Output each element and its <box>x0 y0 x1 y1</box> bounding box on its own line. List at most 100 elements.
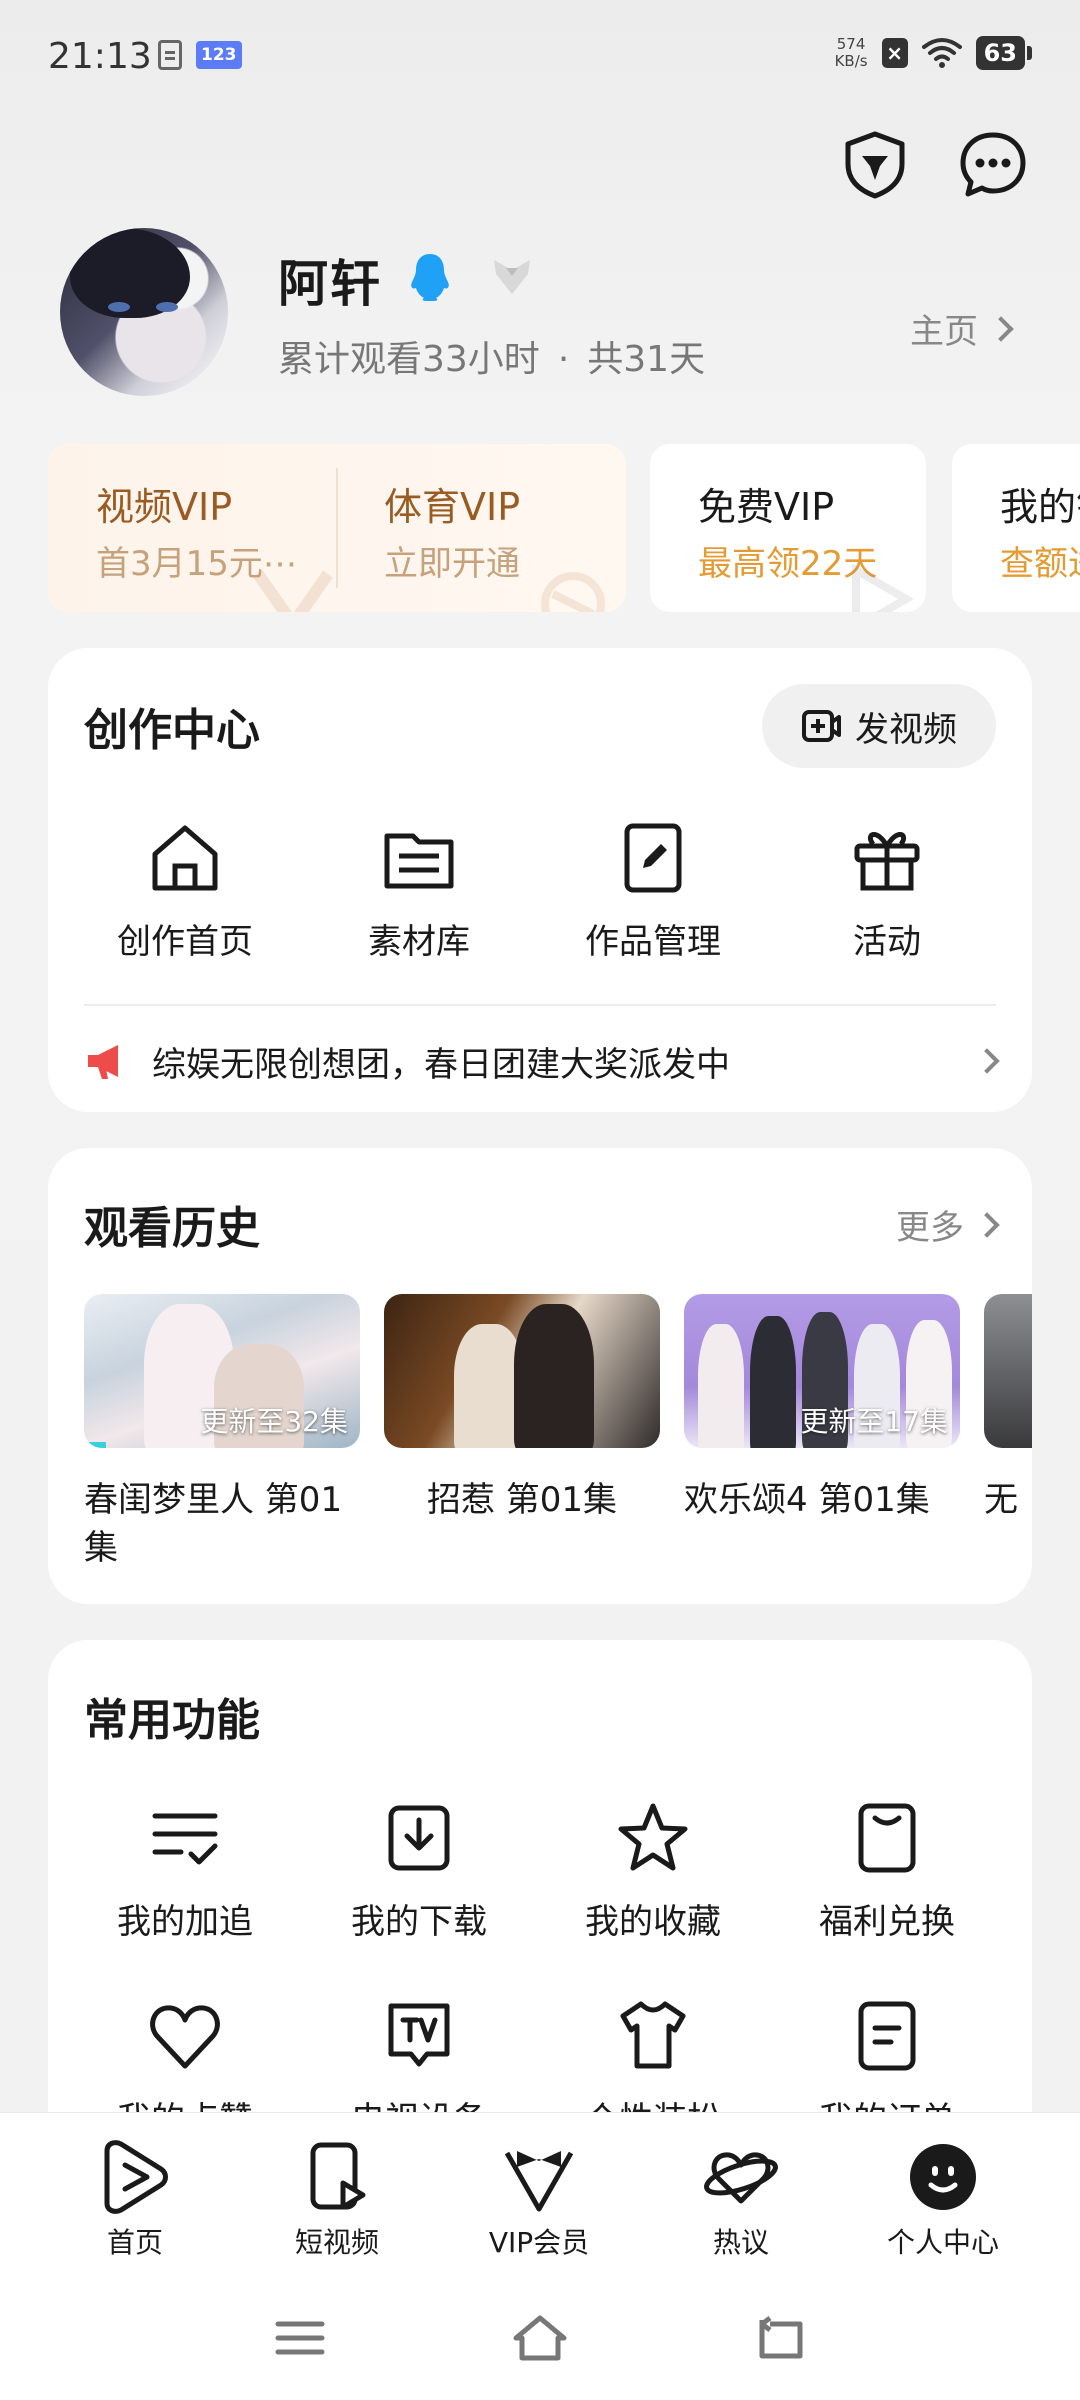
nav-profile[interactable]: 个人中心 <box>842 2113 1044 2276</box>
home-icon[interactable] <box>510 2310 570 2366</box>
chevron-right-icon <box>974 1048 1000 1074</box>
status-bar: 21:13 123 574 KB/s × 63 <box>0 0 1080 118</box>
history-card: 观看历史 更多 更新至32集 春闺梦里人 第01集 招惹 第01集 更新至17集… <box>48 1148 1032 1604</box>
status-right-icons: 574 KB/s × 63 <box>835 36 1032 70</box>
notice-text: 综娱无限创想团，春日团建大奖派发中 <box>152 1044 730 1085</box>
short-video-icon <box>310 2142 366 2210</box>
wifi-icon <box>921 38 962 68</box>
list-check-icon <box>152 1813 218 1865</box>
shirt-icon <box>620 2001 686 2069</box>
creation-home[interactable]: 创作首页 <box>68 818 302 963</box>
download-icon <box>388 1805 450 1871</box>
vip-bowtie-icon <box>504 2151 574 2212</box>
post-video-button[interactable]: 发视频 <box>762 684 996 768</box>
common-functions-title: 常用功能 <box>84 1695 260 1746</box>
nav-short-video[interactable]: 短视频 <box>236 2113 438 2276</box>
watch-stats: 累计观看33小时 · 共31天 <box>278 330 705 382</box>
sports-vip-subtitle: 立即开通 <box>384 544 520 584</box>
play-watermark-icon <box>852 564 914 612</box>
common-functions-card: 常用功能 我的加追 我的下载 我的收藏 福利兑换 <box>48 1640 1032 2140</box>
gift-icon <box>854 832 920 891</box>
qq-penguin-icon <box>411 254 449 301</box>
chevron-right-icon <box>988 315 1014 342</box>
username[interactable]: 阿轩 <box>278 244 382 316</box>
thumb-figure <box>698 1324 744 1448</box>
megaphone-icon <box>88 1045 118 1079</box>
planet-heart-icon <box>704 2152 778 2204</box>
history-item-title: 春闺梦里人 第01集 <box>84 1480 343 1568</box>
activity-label: 活动 <box>853 922 921 962</box>
my-favorites[interactable]: 我的收藏 <box>536 1798 770 1943</box>
wallet-subtitle: 查额进 <box>1000 544 1080 584</box>
my-follow-label: 我的加追 <box>117 1902 253 1942</box>
nav-hot-topics[interactable]: 热议 <box>640 2113 842 2276</box>
more-label: 更多 <box>896 1208 964 1248</box>
system-navigation-bar <box>0 2276 1080 2400</box>
menu-icon[interactable] <box>270 2310 330 2366</box>
back-icon[interactable] <box>750 2310 810 2366</box>
video-vip-title: 视频VIP <box>96 485 233 529</box>
history-item-title: 无 <box>984 1480 1018 1520</box>
nav-profile-label: 个人中心 <box>886 2226 999 2259</box>
homepage-link[interactable]: 主页 <box>910 304 1014 353</box>
update-badge: 更新至32集 <box>200 1405 348 1438</box>
history-more-link[interactable]: 更多 <box>896 1200 1000 1249</box>
network-speed: 574 KB/s <box>835 36 868 70</box>
video-vip[interactable]: 视频VIP 首3月15元⋯ <box>48 444 336 612</box>
works-management-label: 作品管理 <box>585 922 721 962</box>
history-item-title: 欢乐颂4 第01集 <box>684 1480 930 1520</box>
history-item[interactable]: 招惹 第01集 <box>384 1294 660 1524</box>
functions-row-1: 我的加追 我的下载 我的收藏 福利兑换 <box>48 1798 1032 1943</box>
nav-vip[interactable]: VIP会员 <box>438 2113 640 2276</box>
thumb-figure <box>514 1304 594 1448</box>
library-icon <box>384 833 454 889</box>
edit-icon <box>624 823 682 893</box>
history-item[interactable]: 无 <box>984 1294 1032 1524</box>
shield-icon[interactable] <box>840 130 910 200</box>
nav-hot-topics-label: 热议 <box>712 2226 769 2259</box>
nav-home[interactable]: 首页 <box>34 2113 236 2276</box>
avatar-eye <box>156 302 178 312</box>
vip-strip: 视频VIP 首3月15元⋯ 体育VIP 立即开通 免费VIP 最高领22天 我的… <box>48 444 1080 612</box>
history-thumbnail <box>384 1294 660 1448</box>
sports-vip[interactable]: 体育VIP 立即开通 <box>338 444 626 612</box>
sports-watermark-icon <box>541 572 605 612</box>
my-follow[interactable]: 我的加追 <box>68 1798 302 1943</box>
creation-center-card: 创作中心 发视频 创作首页 素材库 作品管理 活动 综娱无限创想团，春日团建大奖… <box>48 648 1032 1112</box>
wallet-card[interactable]: 我的钱 查额进 <box>952 444 1080 612</box>
avatar[interactable] <box>60 228 228 396</box>
message-icon[interactable] <box>958 130 1028 200</box>
history-item-title: 招惹 第01集 <box>426 1480 618 1520</box>
material-library[interactable]: 素材库 <box>302 818 536 963</box>
free-vip-card[interactable]: 免费VIP 最高领22天 <box>650 444 926 612</box>
network-speed-unit: KB/s <box>834 52 868 70</box>
material-library-label: 素材库 <box>368 922 470 962</box>
my-favorites-label: 我的收藏 <box>585 1902 721 1942</box>
star-icon <box>618 1803 688 1871</box>
order-icon <box>858 2001 916 2071</box>
watch-days: 共31天 <box>587 339 706 380</box>
battery-indicator: 63 <box>975 36 1032 70</box>
my-downloads[interactable]: 我的下载 <box>302 1798 536 1943</box>
history-item[interactable]: 更新至17集 欢乐颂4 第01集 <box>684 1294 960 1524</box>
bag-icon <box>858 1803 916 1873</box>
video-add-icon <box>802 710 841 742</box>
status-time: 21:13 <box>48 36 152 77</box>
battery-tip <box>1027 46 1032 60</box>
vip-watermark-icon <box>253 570 333 612</box>
works-management[interactable]: 作品管理 <box>536 818 770 963</box>
rewards-exchange[interactable]: 福利兑换 <box>770 1798 1004 1943</box>
sports-vip-title: 体育VIP <box>384 485 521 529</box>
no-sim-icon: × <box>881 38 908 68</box>
history-thumbnail: 更新至32集 <box>84 1294 360 1448</box>
history-item[interactable]: 更新至32集 春闺梦里人 第01集 <box>84 1294 360 1572</box>
app-123-icon: 123 <box>196 41 242 69</box>
activity[interactable]: 活动 <box>770 818 1004 963</box>
update-badge: 更新至17集 <box>800 1405 948 1438</box>
tv-icon <box>388 2003 450 2067</box>
nav-vip-label: VIP会员 <box>488 2226 590 2259</box>
notice-banner[interactable]: 综娱无限创想团，春日团建大奖派发中 <box>84 1026 1000 1096</box>
homepage-label: 主页 <box>910 312 978 352</box>
play-logo-icon <box>104 2140 168 2214</box>
bottom-navigation: 首页 短视频 VIP会员 热议 个人中心 <box>0 2112 1080 2276</box>
